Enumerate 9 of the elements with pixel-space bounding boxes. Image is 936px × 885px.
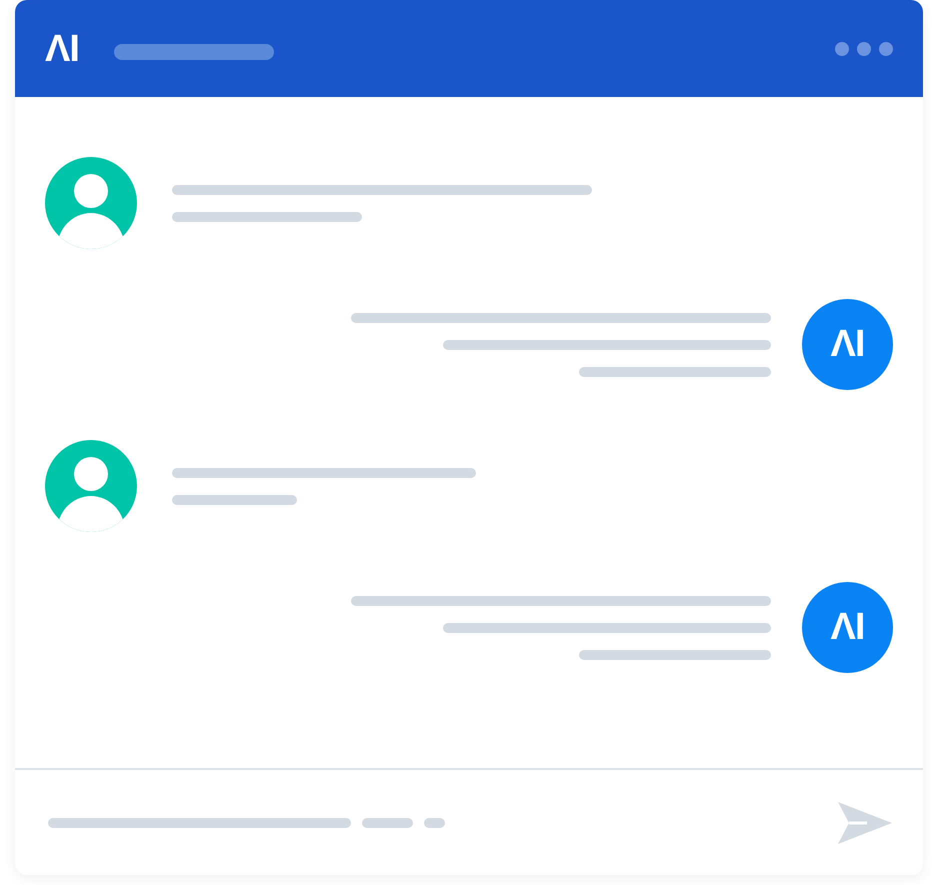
- input-placeholder-line: [424, 818, 445, 828]
- more-menu-icon[interactable]: [835, 42, 893, 56]
- bot-avatar: ΛI: [802, 299, 893, 390]
- input-placeholder-line: [362, 818, 413, 828]
- user-avatar-icon: [45, 440, 137, 532]
- user-avatar-icon: [45, 157, 137, 249]
- bot-avatar: ΛI: [802, 582, 893, 673]
- logo: ΛI: [45, 30, 79, 68]
- send-icon[interactable]: [837, 800, 893, 844]
